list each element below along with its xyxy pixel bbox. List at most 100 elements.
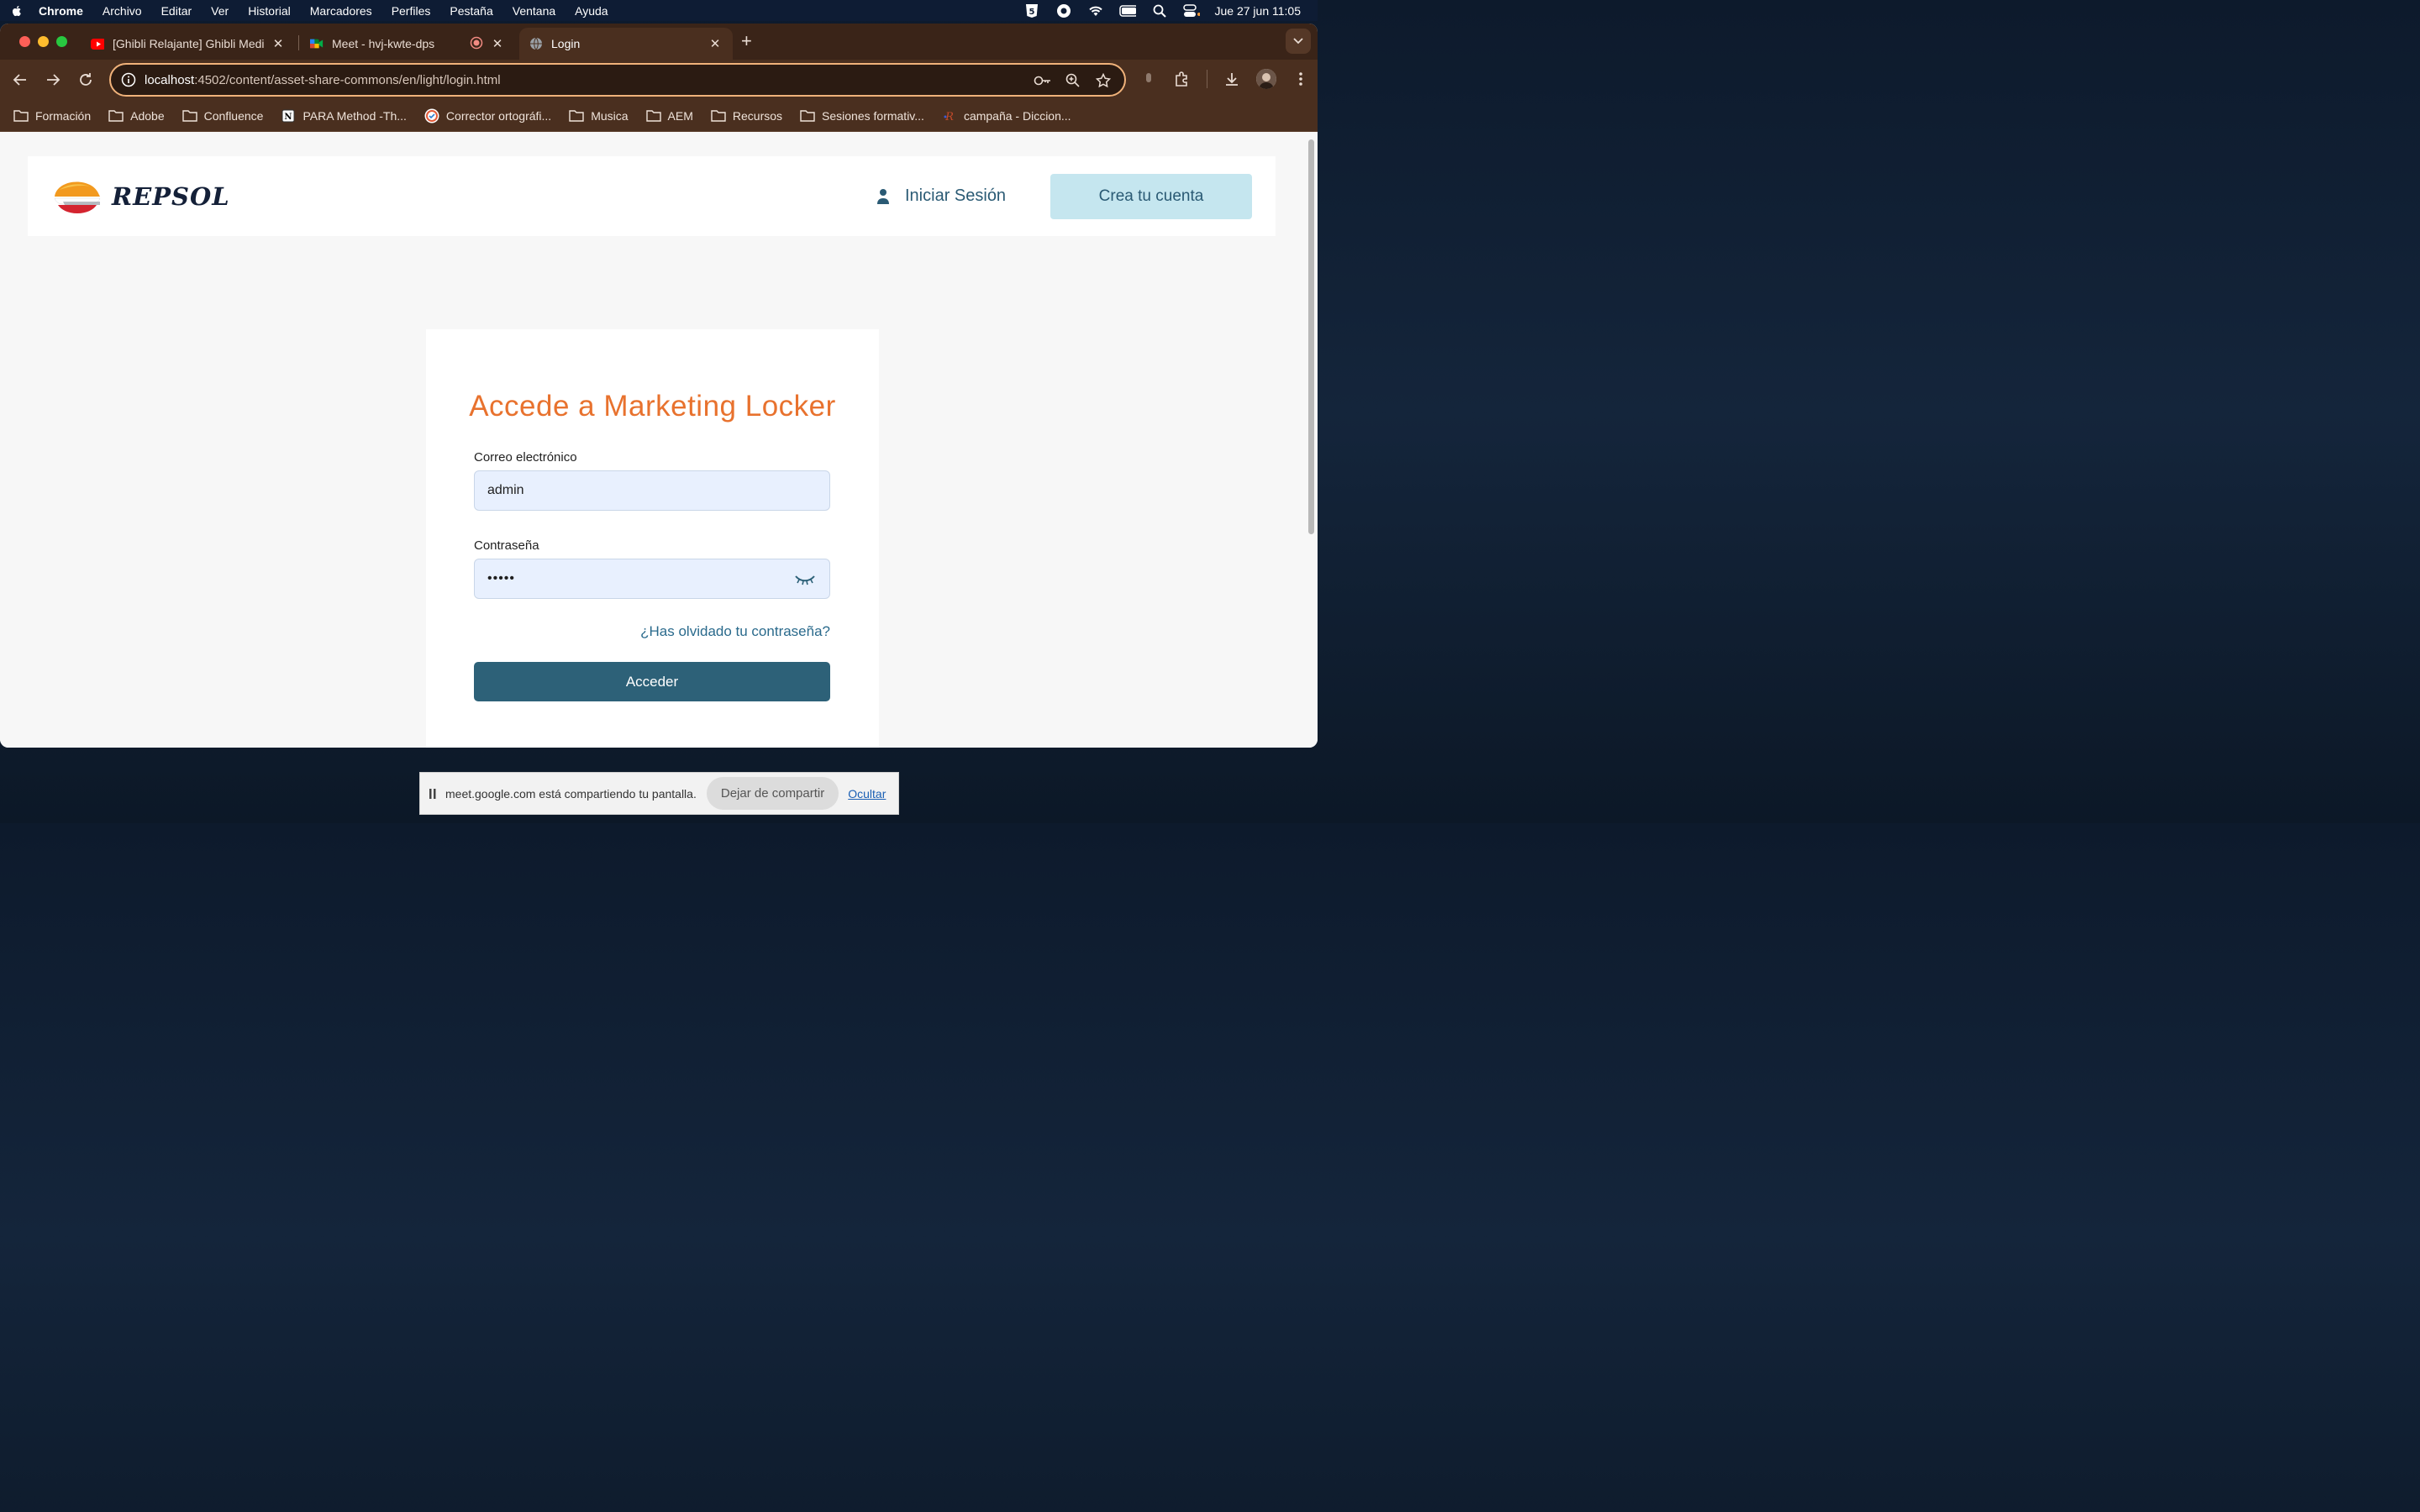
extension-mic-icon[interactable]	[1139, 68, 1158, 90]
hide-share-bar-link[interactable]: Ocultar	[848, 787, 886, 801]
bookmark-label: campaña - Diccion...	[963, 108, 1071, 123]
menu-ventana[interactable]: Ventana	[513, 4, 555, 18]
menu-archivo[interactable]: Archivo	[103, 4, 142, 18]
bookmark-para-method[interactable]: N PARA Method -Th...	[281, 108, 407, 123]
url-host: localhost	[145, 72, 195, 87]
address-bar[interactable]: localhost:4502/content/asset-share-commo…	[109, 63, 1126, 97]
meet-icon	[310, 37, 324, 50]
bookmark-label: Sesiones formativ...	[822, 108, 924, 123]
repsol-logo-icon	[54, 181, 101, 213]
bookmark-corrector[interactable]: Corrector ortográfi...	[424, 108, 551, 123]
create-account-button[interactable]: Crea tu cuenta	[1050, 174, 1252, 219]
menu-marcadores[interactable]: Marcadores	[310, 4, 372, 18]
drag-handle-icon[interactable]	[429, 788, 437, 799]
bookmark-sesiones[interactable]: Sesiones formativ...	[800, 109, 924, 123]
forgot-password-link[interactable]: ¿Has olvidado tu contraseña?	[474, 623, 830, 640]
bookmark-confluence[interactable]: Confluence	[182, 109, 263, 123]
bookmark-label: PARA Method -Th...	[302, 108, 407, 123]
macos-menu-bar: Chrome Archivo Editar Ver Historial Marc…	[0, 0, 1318, 21]
tab-title: [Ghibli Relajante] Ghibli Medi	[113, 37, 265, 50]
menu-pestana[interactable]: Pestaña	[450, 4, 492, 18]
login-link[interactable]: Iniciar Sesión	[876, 186, 1006, 206]
bookmark-musica[interactable]: Musica	[569, 108, 629, 123]
address-url[interactable]: localhost:4502/content/asset-share-commo…	[145, 73, 501, 87]
folder-icon	[645, 109, 661, 123]
site-header: REPSOL Iniciar Sesión Crea tu cuenta	[28, 156, 1276, 236]
bookmark-campana[interactable]: R campaña - Diccion...	[942, 109, 1071, 123]
apple-icon[interactable]	[10, 4, 24, 18]
wifi-icon[interactable]	[1087, 3, 1104, 18]
tab-youtube[interactable]: [Ghibli Relajante] Ghibli Medi ✕	[81, 28, 296, 60]
control-center-icon[interactable]	[1182, 3, 1200, 18]
password-label: Contraseña	[474, 538, 539, 553]
eye-closed-icon[interactable]	[794, 573, 816, 586]
close-tab-icon[interactable]: ✕	[708, 36, 723, 51]
browser-window: [Ghibli Relajante] Ghibli Medi ✕ Meet - …	[0, 24, 1318, 748]
reload-icon[interactable]	[76, 71, 95, 89]
folder-icon	[13, 109, 29, 123]
bookmark-label: Musica	[591, 108, 629, 123]
chrome-menu-icon[interactable]	[1292, 68, 1310, 90]
bookmark-aem[interactable]: AEM	[645, 108, 693, 123]
menu-ver[interactable]: Ver	[211, 4, 229, 18]
zoom-icon[interactable]	[1064, 71, 1082, 90]
bookmark-label: Adobe	[130, 108, 165, 123]
menu-ayuda[interactable]: Ayuda	[575, 4, 608, 18]
close-window-button[interactable]	[19, 36, 30, 47]
screen-share-message: meet.google.com está compartiendo tu pan…	[445, 786, 697, 801]
screen-share-bar: meet.google.com está compartiendo tu pan…	[419, 772, 899, 815]
menu-editar[interactable]: Editar	[161, 4, 192, 18]
back-arrow-icon[interactable]	[11, 71, 29, 89]
login-submit-button[interactable]: Acceder	[474, 662, 830, 701]
email-label: Correo electrónico	[474, 450, 577, 465]
globe-icon	[529, 37, 543, 50]
profile-avatar[interactable]	[1256, 69, 1276, 89]
bookmarks-bar: Formación Adobe Confluence N PARA Method…	[0, 100, 1318, 132]
new-tab-plus-icon[interactable]: +	[741, 32, 752, 50]
window-controls	[19, 36, 67, 47]
svg-text:5: 5	[1028, 8, 1034, 17]
bookmark-recursos[interactable]: Recursos	[711, 109, 782, 123]
email-value: admin	[487, 483, 524, 497]
spotlight-search-icon[interactable]	[1151, 3, 1168, 18]
bookmark-label: Recursos	[732, 108, 783, 123]
stop-sharing-button[interactable]: Dejar de compartir	[706, 777, 839, 810]
repsol-logo[interactable]: REPSOL	[51, 178, 230, 215]
menu-historial[interactable]: Historial	[248, 4, 291, 18]
status-s-icon[interactable]: 5	[1023, 3, 1040, 18]
user-icon	[877, 188, 889, 204]
tab-login[interactable]: Login ✕	[519, 28, 733, 60]
page-viewport: REPSOL Iniciar Sesión Crea tu cuenta Acc…	[0, 133, 1318, 748]
page-scrollbar[interactable]	[1308, 139, 1314, 534]
login-title: Accede a Marketing Locker	[469, 390, 836, 423]
bookmark-formacion[interactable]: Formación	[13, 109, 91, 123]
forward-arrow-icon[interactable]	[44, 71, 62, 89]
repsol-wordmark: REPSOL	[112, 182, 230, 211]
tab-search-chevron-icon[interactable]	[1286, 29, 1311, 54]
menu-chrome[interactable]: Chrome	[39, 4, 83, 18]
maximize-window-button[interactable]	[56, 36, 67, 47]
download-icon[interactable]	[1223, 68, 1241, 90]
record-status-icon[interactable]	[1055, 3, 1072, 18]
extensions-puzzle-icon[interactable]	[1173, 68, 1192, 90]
password-key-icon[interactable]	[1034, 71, 1052, 90]
battery-icon[interactable]	[1118, 3, 1136, 18]
bookmark-label: Formación	[35, 108, 92, 123]
menu-perfiles[interactable]: Perfiles	[392, 4, 431, 18]
close-tab-icon[interactable]: ✕	[271, 36, 286, 51]
folder-icon	[182, 109, 197, 123]
login-link-label: Iniciar Sesión	[905, 186, 1007, 205]
tab-title: Meet - hvj-kwte-dps	[332, 37, 435, 50]
corrector-icon	[424, 108, 439, 123]
bookmark-label: AEM	[667, 108, 693, 123]
youtube-icon	[91, 37, 104, 50]
bookmark-star-icon[interactable]	[1094, 71, 1113, 90]
bookmark-adobe[interactable]: Adobe	[108, 108, 165, 123]
password-field[interactable]: •••••	[474, 559, 830, 599]
tab-meet[interactable]: Meet - hvj-kwte-dps ✕	[300, 28, 515, 60]
email-field[interactable]: admin	[474, 470, 830, 511]
site-info-icon[interactable]	[121, 72, 136, 87]
close-tab-icon[interactable]: ✕	[490, 36, 505, 51]
minimize-window-button[interactable]	[38, 36, 49, 47]
menubar-clock[interactable]: Jue 27 jun 11:05	[1215, 4, 1302, 18]
